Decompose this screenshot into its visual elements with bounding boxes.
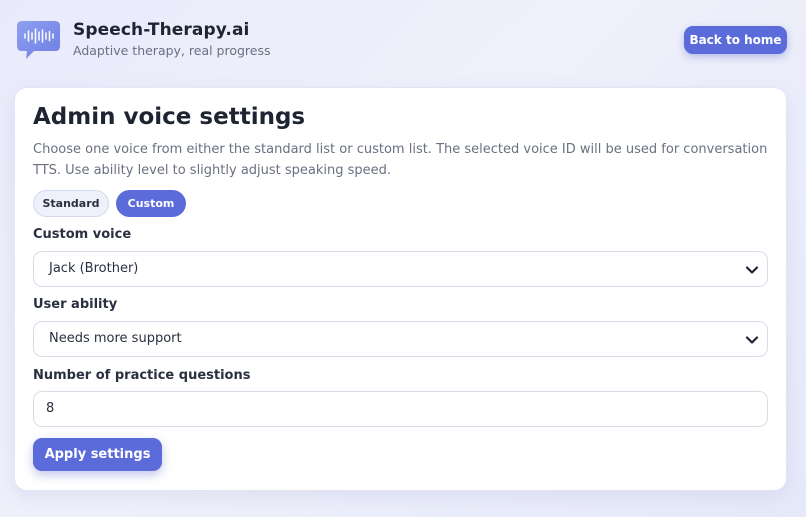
tab-standard[interactable]: Standard — [33, 190, 109, 217]
settings-description: Choose one voice from either the standar… — [33, 142, 768, 178]
speech-bubble-waveform-icon — [16, 20, 61, 60]
practice-questions-label: Number of practice questions — [33, 368, 251, 383]
voice-settings-card: Admin voice settings Choose one voice fr… — [14, 87, 787, 491]
brand-title: Speech-Therapy.ai — [73, 20, 250, 40]
custom-voice-value: Jack (Brother) — [49, 261, 139, 276]
app-header: Speech-Therapy.ai Adaptive therapy, real… — [0, 0, 806, 76]
brand-tagline: Adaptive therapy, real progress — [73, 43, 271, 58]
back-to-home-button[interactable]: Back to home — [684, 26, 787, 54]
practice-questions-value: 8 — [46, 401, 55, 416]
apply-settings-button[interactable]: Apply settings — [33, 438, 162, 471]
custom-voice-select[interactable]: Jack (Brother) — [33, 251, 768, 287]
tab-custom[interactable]: Custom — [116, 190, 186, 217]
chevron-down-icon — [745, 262, 759, 276]
practice-questions-input[interactable]: 8 — [33, 391, 768, 427]
custom-voice-label: Custom voice — [33, 227, 132, 242]
user-ability-label: User ability — [33, 297, 118, 312]
user-ability-value: Needs more support — [49, 331, 182, 346]
page-title: Admin voice settings — [33, 104, 306, 130]
user-ability-select[interactable]: Needs more support — [33, 321, 768, 357]
chevron-down-icon — [745, 332, 759, 346]
